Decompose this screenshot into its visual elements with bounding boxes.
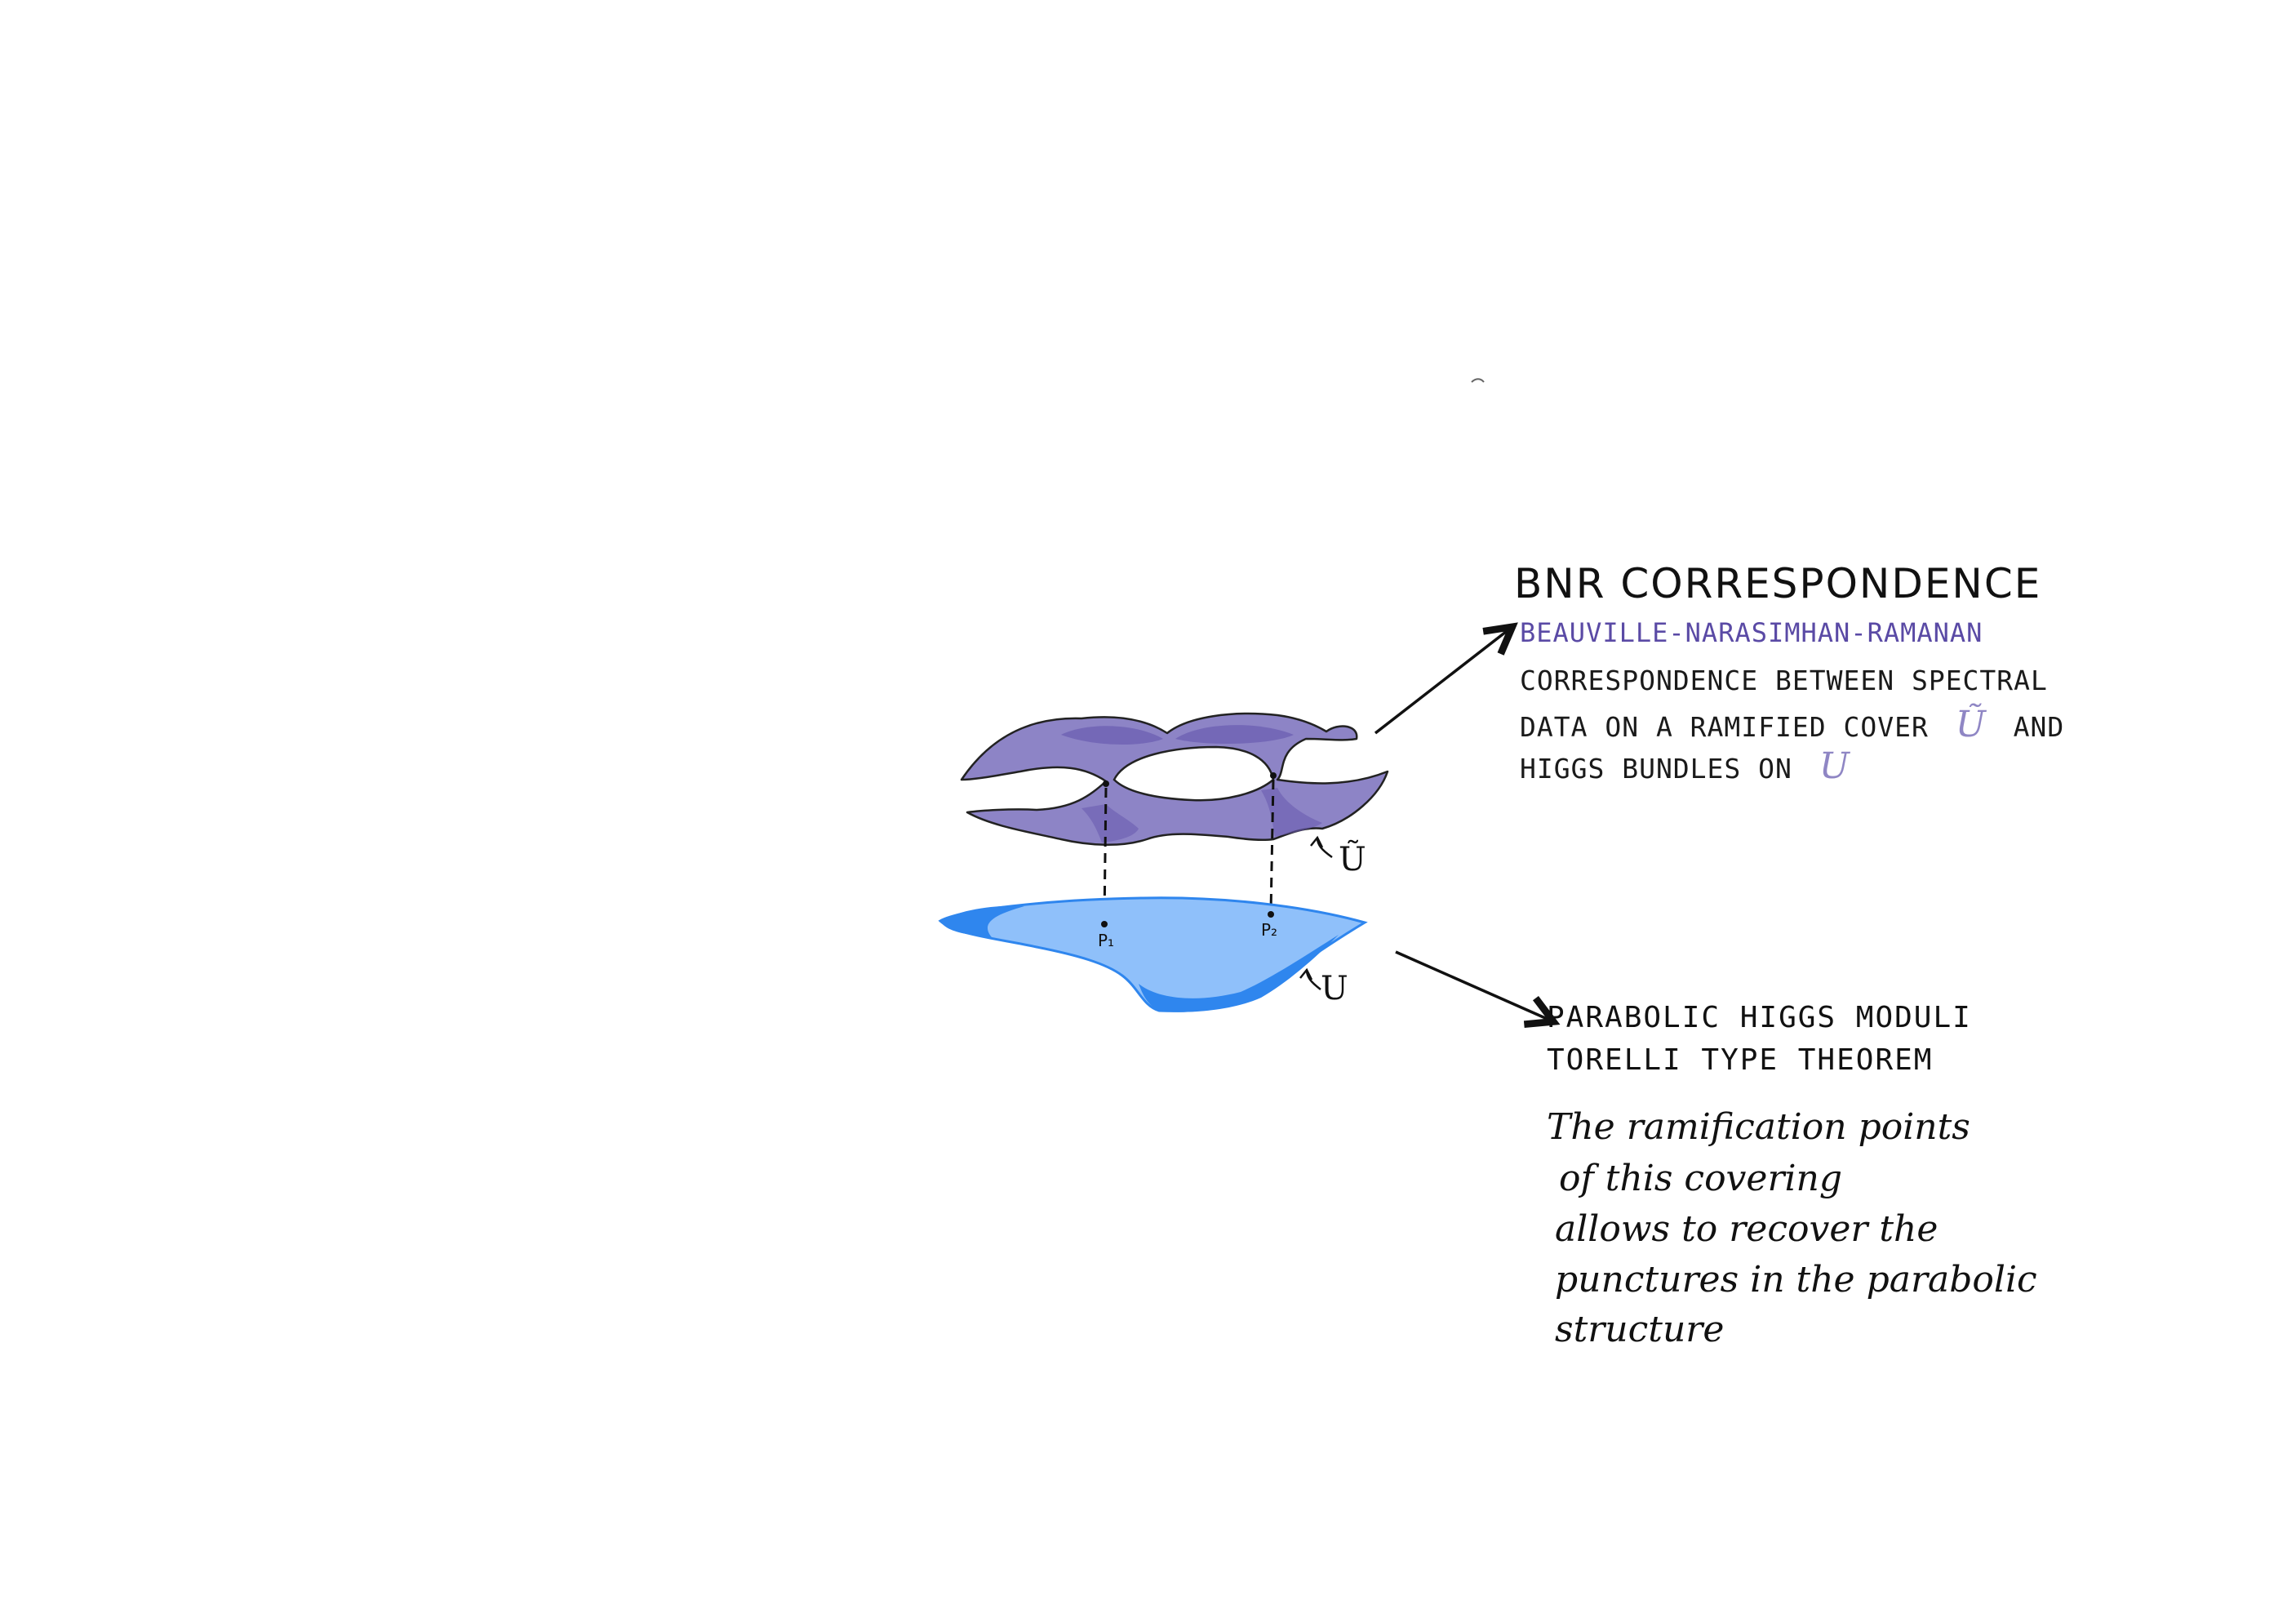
lower-surface-label: U xyxy=(1321,970,1348,1007)
cover-symbol: Ũ xyxy=(1955,704,1987,745)
stray-mark xyxy=(1471,378,1485,383)
ramification-point-1-upper xyxy=(1103,780,1109,787)
description-line-1: CORRESPONDENCE BETWEEN SPECTRAL xyxy=(1520,665,2048,696)
description-line-2: DATA ON A RAMIFIED COVER Ũ AND xyxy=(1520,704,2064,745)
upper-surface xyxy=(960,712,1389,847)
arrow-to-bnr xyxy=(1374,622,1518,735)
note-line-5: structure xyxy=(1555,1309,1725,1350)
point-label-p1: P₁ xyxy=(1098,931,1115,950)
parabolic-title-line-2: TORELLI TYPE THEOREM xyxy=(1547,1043,1934,1077)
description-line-2-text: DATA ON A RAMIFIED COVER xyxy=(1520,711,1929,743)
note-line-1: The ramification points xyxy=(1547,1106,1970,1148)
puncture-point-1 xyxy=(1101,921,1108,927)
ramification-point-2-upper xyxy=(1270,772,1277,779)
puncture-point-2 xyxy=(1268,911,1274,918)
upper-surface-label: Ũ xyxy=(1339,841,1366,878)
note-line-4: punctures in the parabolic xyxy=(1555,1259,2037,1301)
description-line-3: HIGGS BUNDLES ON U xyxy=(1520,745,1850,787)
description-line-2-end: AND xyxy=(2013,711,2065,743)
lower-surface xyxy=(938,896,1368,1012)
parabolic-title-line-1: PARABOLIC HIGGS MODULI xyxy=(1547,1001,1972,1034)
description-line-3-text: HIGGS BUNDLES ON xyxy=(1520,753,1792,785)
diagram-canvas xyxy=(938,378,1561,1029)
base-symbol: U xyxy=(1819,745,1850,787)
bnr-subtitle: BEAUVILLE-NARASIMHAN-RAMANAN xyxy=(1520,617,1983,648)
point-label-p2: P₂ xyxy=(1261,920,1278,940)
arrow-to-parabolic xyxy=(1395,950,1561,1029)
note-line-3: allows to recover the xyxy=(1555,1208,1938,1250)
bnr-title: BNR CORRESPONDENCE xyxy=(1514,560,2042,607)
note-line-2: of this covering xyxy=(1559,1158,1843,1199)
